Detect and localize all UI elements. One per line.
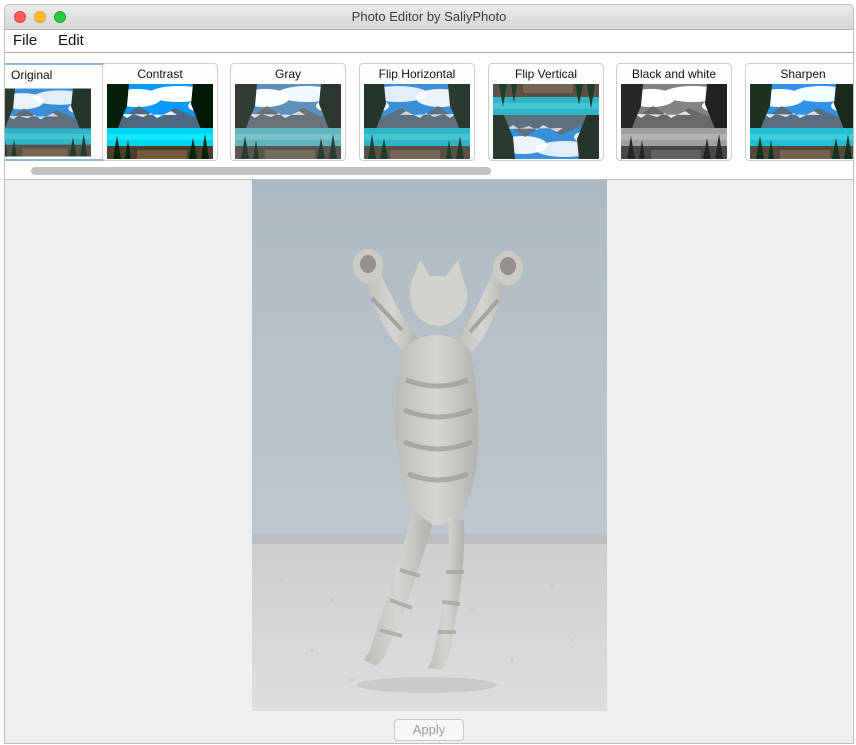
image-canvas: Apply: [5, 180, 853, 743]
filter-thumbnail-image: [235, 84, 341, 159]
filter-label: Flip Vertical: [514, 67, 578, 81]
filter-thumbnail-image: [493, 84, 599, 159]
menu-file[interactable]: File: [13, 32, 37, 49]
filter-thumbnail-image: [621, 84, 727, 159]
filter-thumbnail-image: [5, 85, 101, 160]
filter-thumbnail-image: [750, 84, 853, 159]
app-window: Photo Editor by SaliyPhoto File Edit Ori…: [4, 4, 854, 744]
filter-label: Gray: [274, 67, 301, 81]
menu-edit[interactable]: Edit: [58, 32, 84, 49]
preview-image: [252, 180, 607, 711]
filter-scrollbar[interactable]: [5, 166, 853, 176]
filter-flip-horizontal[interactable]: Flip Horizontal: [359, 63, 475, 161]
filter-scrollbar-thumb[interactable]: [31, 167, 491, 175]
window-title: Photo Editor by SaliyPhoto: [351, 9, 507, 24]
menu-bar: File Edit: [5, 30, 853, 53]
cat-photo: [252, 180, 607, 711]
filter-thumbnail-image: [107, 84, 213, 159]
filter-black-and-white[interactable]: Black and white: [616, 63, 732, 161]
filter-label: Contrast: [137, 67, 183, 81]
filter-contrast[interactable]: Contrast: [102, 63, 218, 161]
filter-flip-vertical[interactable]: Flip Vertical: [488, 63, 604, 161]
filter-thumbnail-image: [364, 84, 470, 159]
filter-label: Sharpen: [780, 67, 826, 81]
apply-button[interactable]: Apply: [394, 719, 464, 741]
filter-original[interactable]: Original: [5, 63, 109, 161]
filter-strip: Original Contrast Gray Flip Horizontal F…: [5, 53, 853, 180]
title-bar: Photo Editor by SaliyPhoto: [5, 5, 853, 30]
filter-label: Black and white: [631, 67, 717, 81]
filter-gray[interactable]: Gray: [230, 63, 346, 161]
filter-sharpen[interactable]: Sharpen: [745, 63, 853, 161]
filter-label: Original: [11, 68, 53, 82]
filter-label: Flip Horizontal: [378, 67, 456, 81]
